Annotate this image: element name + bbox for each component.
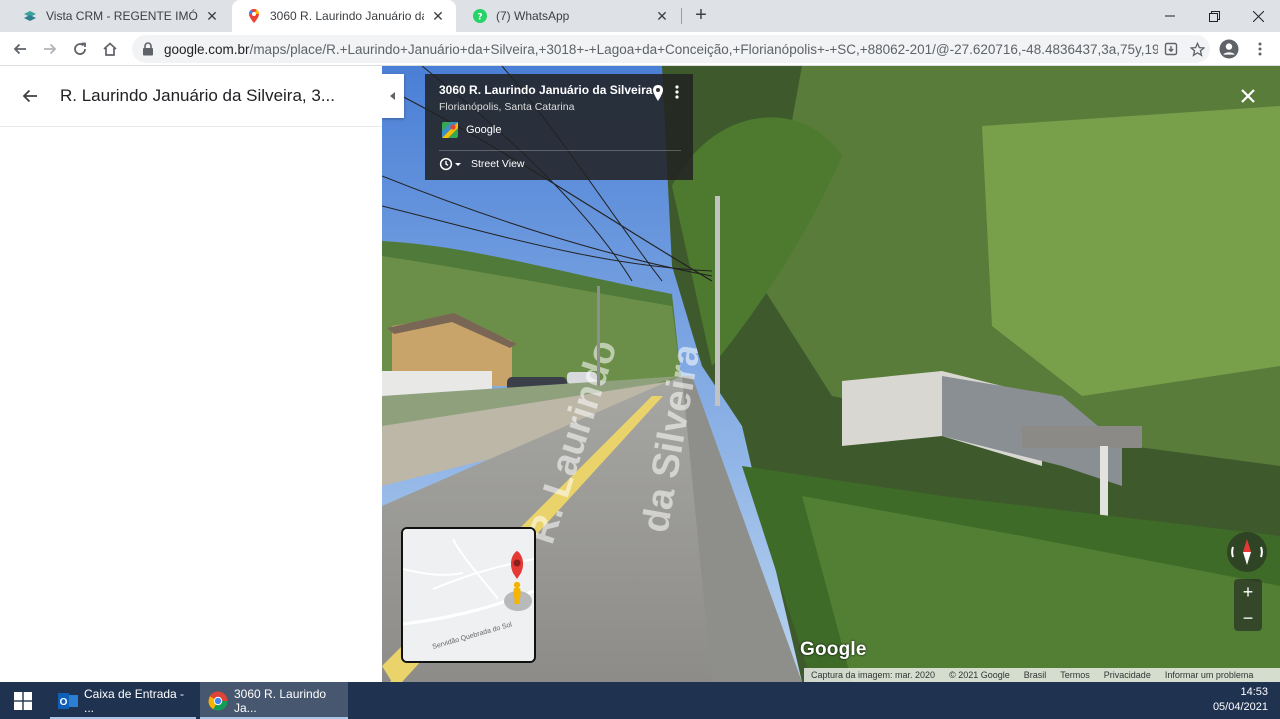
attribution-bar: Captura da imagem: mar. 2020 © 2021 Goog…: [804, 668, 1280, 682]
google-watermark: Google: [800, 639, 867, 660]
taskbar-item-chrome[interactable]: 3060 R. Laurindo Ja...: [200, 682, 348, 719]
browser-menu-icon[interactable]: [1247, 36, 1273, 62]
collapse-side-panel-button[interactable]: [382, 74, 404, 118]
start-button[interactable]: [0, 682, 46, 719]
terms-link[interactable]: Termos: [1053, 670, 1097, 680]
close-tab-icon[interactable]: ✕: [430, 8, 446, 24]
street-view-label: Street View: [471, 158, 525, 170]
taskbar-item-label: Caixa de Entrada - ...: [84, 686, 185, 715]
close-street-view-button[interactable]: [1236, 86, 1260, 110]
arrow-right-icon: [44, 43, 57, 55]
back-button[interactable]: [7, 36, 33, 62]
tab-vista-crm[interactable]: Vista CRM - REGENTE IMÓVEIS ✕: [8, 0, 230, 32]
country-link[interactable]: Brasil: [1017, 670, 1054, 680]
clock-time: 14:53: [1240, 686, 1268, 698]
report-problem-link[interactable]: Informar um problema: [1158, 670, 1261, 680]
side-panel-header: R. Laurindo Januário da Silveira, 3...: [0, 66, 382, 127]
tab-google-maps[interactable]: 3060 R. Laurindo Januário da Silveira, 3…: [232, 0, 456, 32]
close-icon: [1241, 89, 1255, 103]
google-maps-logo-icon: [442, 122, 458, 138]
windows-logo-icon: [14, 691, 32, 710]
tab-whatsapp[interactable]: ? (7) WhatsApp ✕: [458, 0, 680, 32]
svg-text:?: ?: [477, 13, 482, 23]
tab-separator: [681, 8, 682, 24]
zoom-control: + −: [1234, 579, 1262, 631]
home-icon: [103, 42, 117, 56]
profile-avatar-icon[interactable]: [1216, 36, 1242, 62]
outlook-icon: O: [58, 691, 78, 711]
privacy-link[interactable]: Privacidade: [1097, 670, 1158, 680]
home-button[interactable]: [97, 36, 123, 62]
windows-taskbar: O Caixa de Entrada - ... 3060 R. Laurind…: [0, 682, 1280, 719]
chrome-icon: [208, 691, 228, 711]
location-title: 3060 R. Laurindo Januário da Silveira: [439, 83, 653, 97]
browser-toolbar: google.com.br/maps/place/R.+Laurindo+Jan…: [0, 32, 1280, 66]
street-view-panorama[interactable]: R. Laurindo da Silveira 3060 R. Laurindo…: [382, 66, 1280, 682]
google-maps-icon: [246, 8, 262, 24]
system-clock[interactable]: 14:53 05/04/2021: [1198, 685, 1268, 715]
url-path: /maps/place/R.+Laurindo+Januário+da+Silv…: [249, 41, 1158, 57]
address-url[interactable]: google.com.br/maps/place/R.+Laurindo+Jan…: [164, 42, 1158, 57]
svg-text:O: O: [60, 697, 68, 708]
street-view-minimap[interactable]: Servidão Quebrada do Sol: [401, 527, 536, 663]
new-tab-button[interactable]: +: [689, 4, 713, 28]
zoom-in-button[interactable]: +: [1234, 579, 1262, 605]
map-pin-icon[interactable]: [651, 84, 665, 102]
close-tab-icon[interactable]: ✕: [204, 8, 220, 24]
imagery-provider[interactable]: Google: [466, 124, 501, 136]
copyright: © 2021 Google: [949, 670, 1010, 680]
whatsapp-icon: ?: [472, 8, 488, 24]
bookmark-star-icon[interactable]: [1184, 36, 1210, 62]
reload-icon: [74, 42, 86, 55]
minimize-button[interactable]: [1148, 0, 1192, 32]
card-divider: [439, 150, 681, 151]
maps-side-panel: R. Laurindo Januário da Silveira, 3...: [0, 66, 382, 682]
taskbar-item-outlook[interactable]: O Caixa de Entrada - ...: [50, 682, 196, 719]
capture-date: Captura da imagem: mar. 2020: [811, 670, 936, 680]
url-host: google.com.br: [164, 41, 250, 57]
browser-tab-strip: Vista CRM - REGENTE IMÓVEIS ✕ 3060 R. La…: [0, 0, 1280, 32]
place-title: R. Laurindo Januário da Silveira, 3...: [60, 86, 335, 105]
time-travel-icon[interactable]: [439, 157, 463, 173]
compass-control[interactable]: [1227, 532, 1267, 572]
close-tab-icon[interactable]: ✕: [654, 8, 670, 24]
zoom-out-button[interactable]: −: [1234, 605, 1262, 631]
crm-icon: [22, 8, 38, 24]
location-subtitle: Florianópolis, Santa Catarina: [439, 101, 575, 113]
reload-button[interactable]: [67, 36, 93, 62]
tab-title: 3060 R. Laurindo Januário da Silveira, 3…: [270, 9, 424, 23]
compass-icon: [1231, 539, 1263, 565]
back-to-results-button[interactable]: [0, 87, 60, 105]
street-view-info-card: 3060 R. Laurindo Januário da Silveira Fl…: [425, 74, 693, 180]
arrow-left-icon: [13, 43, 26, 55]
more-options-icon[interactable]: [672, 84, 682, 102]
restore-button[interactable]: [1192, 0, 1236, 32]
install-app-icon[interactable]: [1158, 36, 1184, 62]
address-bar[interactable]: google.com.br/maps/place/R.+Laurindo+Jan…: [132, 35, 1210, 63]
arrow-left-icon: [22, 89, 37, 103]
lock-icon: [142, 42, 156, 56]
chevron-left-icon: [390, 92, 395, 100]
forward-button[interactable]: [37, 36, 63, 62]
tab-title: (7) WhatsApp: [496, 9, 570, 23]
close-window-button[interactable]: [1236, 0, 1280, 32]
clock-date: 05/04/2021: [1212, 701, 1268, 713]
tab-title: Vista CRM - REGENTE IMÓVEIS: [46, 9, 198, 23]
taskbar-item-label: 3060 R. Laurindo Ja...: [234, 686, 327, 715]
